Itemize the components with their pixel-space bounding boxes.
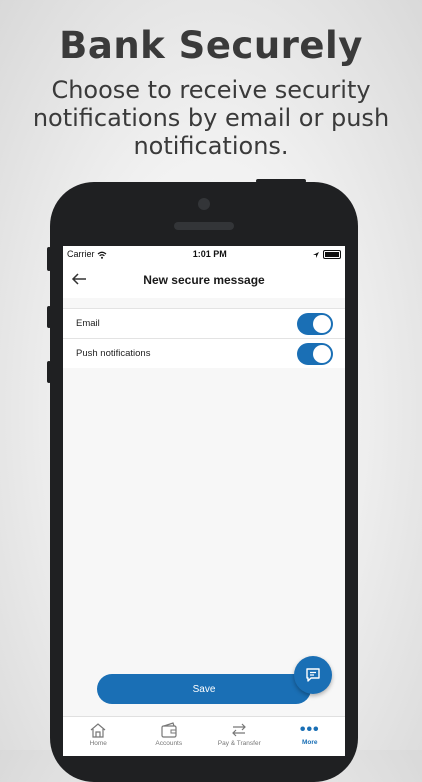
carrier-label: Carrier [67, 249, 95, 259]
tab-label: More [301, 739, 318, 746]
tab-more[interactable]: ••• More [275, 717, 346, 756]
nav-bar: New secure message [63, 262, 345, 298]
setting-row-push: Push notifications [63, 338, 345, 368]
location-icon [313, 251, 320, 258]
app-screen: Carrier 1:01 PM New secure message Email [63, 246, 345, 756]
arrow-left-icon[interactable] [71, 270, 87, 290]
tab-home[interactable]: Home [63, 717, 134, 756]
status-bar: Carrier 1:01 PM [63, 246, 345, 262]
transfer-icon [232, 723, 247, 737]
status-time: 1:01 PM [192, 249, 227, 259]
wallet-icon [161, 722, 177, 738]
promo-headline: Bank Securely [59, 24, 363, 67]
chat-fab-button[interactable] [294, 656, 332, 694]
phone-camera [198, 198, 210, 210]
email-toggle[interactable] [297, 312, 333, 335]
tab-bar: Home Accounts Pay & Transfer ••• More [63, 716, 345, 756]
phone-speaker [174, 222, 234, 230]
setting-row-email: Email [63, 308, 345, 338]
toggle-knob [313, 314, 331, 333]
wifi-icon [97, 251, 107, 259]
tab-label: Pay & Transfer [217, 740, 261, 747]
tab-label: Home [89, 740, 107, 747]
home-icon [90, 723, 106, 738]
chat-icon [306, 668, 320, 682]
promo-subline: Choose to receive security notifications… [32, 76, 390, 160]
setting-label-email: Email [76, 318, 100, 329]
page-title: New secure message [143, 273, 265, 287]
status-right [312, 249, 341, 260]
tab-label: Accounts [155, 740, 183, 747]
more-dots-icon: ••• [299, 721, 320, 738]
push-notifications-toggle[interactable] [297, 342, 333, 365]
tab-accounts[interactable]: Accounts [134, 717, 205, 756]
toggle-knob [313, 344, 331, 363]
save-button[interactable]: Save [97, 674, 311, 704]
tab-pay-transfer[interactable]: Pay & Transfer [204, 717, 275, 756]
battery-icon [323, 250, 341, 260]
setting-label-push: Push notifications [76, 348, 151, 359]
carrier-group: Carrier [67, 249, 107, 259]
